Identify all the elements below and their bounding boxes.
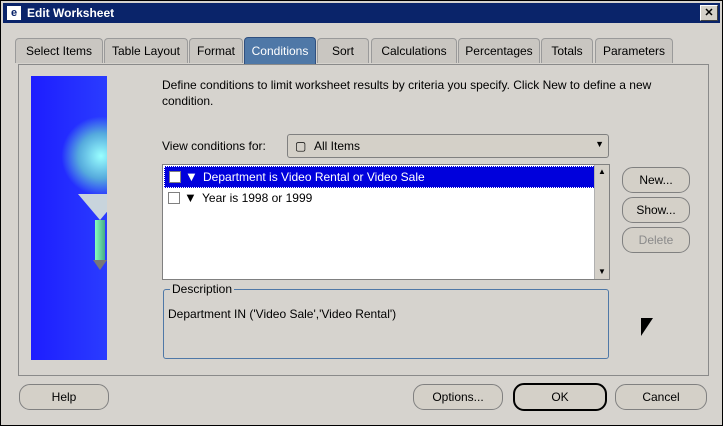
condition-text: Year is 1998 or 1999: [202, 191, 313, 205]
view-conditions-select[interactable]: ▢ All Items ▼: [287, 134, 609, 158]
cancel-button[interactable]: Cancel: [615, 384, 707, 410]
chevron-down-icon: ▼: [595, 139, 604, 149]
description-text: Department IN ('Video Sale','Video Renta…: [168, 307, 397, 321]
new-button[interactable]: New...: [622, 167, 690, 193]
tab-percentages[interactable]: Percentages: [458, 38, 540, 63]
window-title: Edit Worksheet: [27, 6, 115, 20]
title-bar: e Edit Worksheet ✕: [3, 3, 720, 23]
scroll-up-icon[interactable]: ▲: [595, 165, 609, 179]
mouse-cursor-icon: [641, 318, 653, 336]
tab-parameters[interactable]: Parameters: [595, 38, 673, 63]
app-icon: e: [7, 6, 21, 20]
condition-checkbox[interactable]: [168, 192, 180, 204]
conditions-panel: Define conditions to limit worksheet res…: [18, 64, 709, 376]
description-legend: Description: [170, 282, 235, 296]
tab-sort[interactable]: Sort: [317, 38, 369, 63]
filter-icon: ▼: [185, 169, 198, 184]
tab-calculations[interactable]: Calculations: [371, 38, 457, 63]
tab-table-layout[interactable]: Table Layout: [104, 38, 188, 63]
page-icon: ▢: [295, 139, 307, 153]
edit-worksheet-dialog: e Edit Worksheet ✕ Select Items Table La…: [0, 0, 723, 426]
scroll-down-icon[interactable]: ▼: [595, 265, 609, 279]
close-button[interactable]: ✕: [700, 5, 718, 21]
condition-checkbox[interactable]: [169, 171, 181, 183]
condition-row[interactable]: ▼ Department is Video Rental or Video Sa…: [164, 166, 595, 188]
tab-select-items[interactable]: Select Items: [15, 38, 103, 63]
show-button[interactable]: Show...: [622, 197, 690, 223]
view-conditions-label: View conditions for:: [162, 139, 266, 153]
conditions-intro: Define conditions to limit worksheet res…: [162, 78, 652, 108]
tab-format[interactable]: Format: [189, 38, 243, 63]
help-button[interactable]: Help: [19, 384, 109, 410]
delete-button[interactable]: Delete: [622, 227, 690, 253]
view-conditions-value: All Items: [314, 139, 361, 153]
funnel-illustration: [31, 76, 107, 360]
conditions-list[interactable]: ▼ Department is Video Rental or Video Sa…: [162, 164, 610, 280]
description-box: Description Department IN ('Video Sale',…: [163, 282, 609, 359]
ok-button[interactable]: OK: [513, 383, 607, 411]
condition-text: Department is Video Rental or Video Sale: [203, 170, 425, 184]
tab-totals[interactable]: Totals: [541, 38, 593, 63]
funnel-icon: [78, 194, 107, 220]
tab-conditions[interactable]: Conditions: [244, 37, 316, 64]
condition-row[interactable]: ▼ Year is 1998 or 1999: [164, 188, 593, 208]
list-scrollbar[interactable]: ▲ ▼: [594, 165, 609, 279]
options-button[interactable]: Options...: [413, 384, 503, 410]
filter-icon: ▼: [184, 190, 197, 205]
